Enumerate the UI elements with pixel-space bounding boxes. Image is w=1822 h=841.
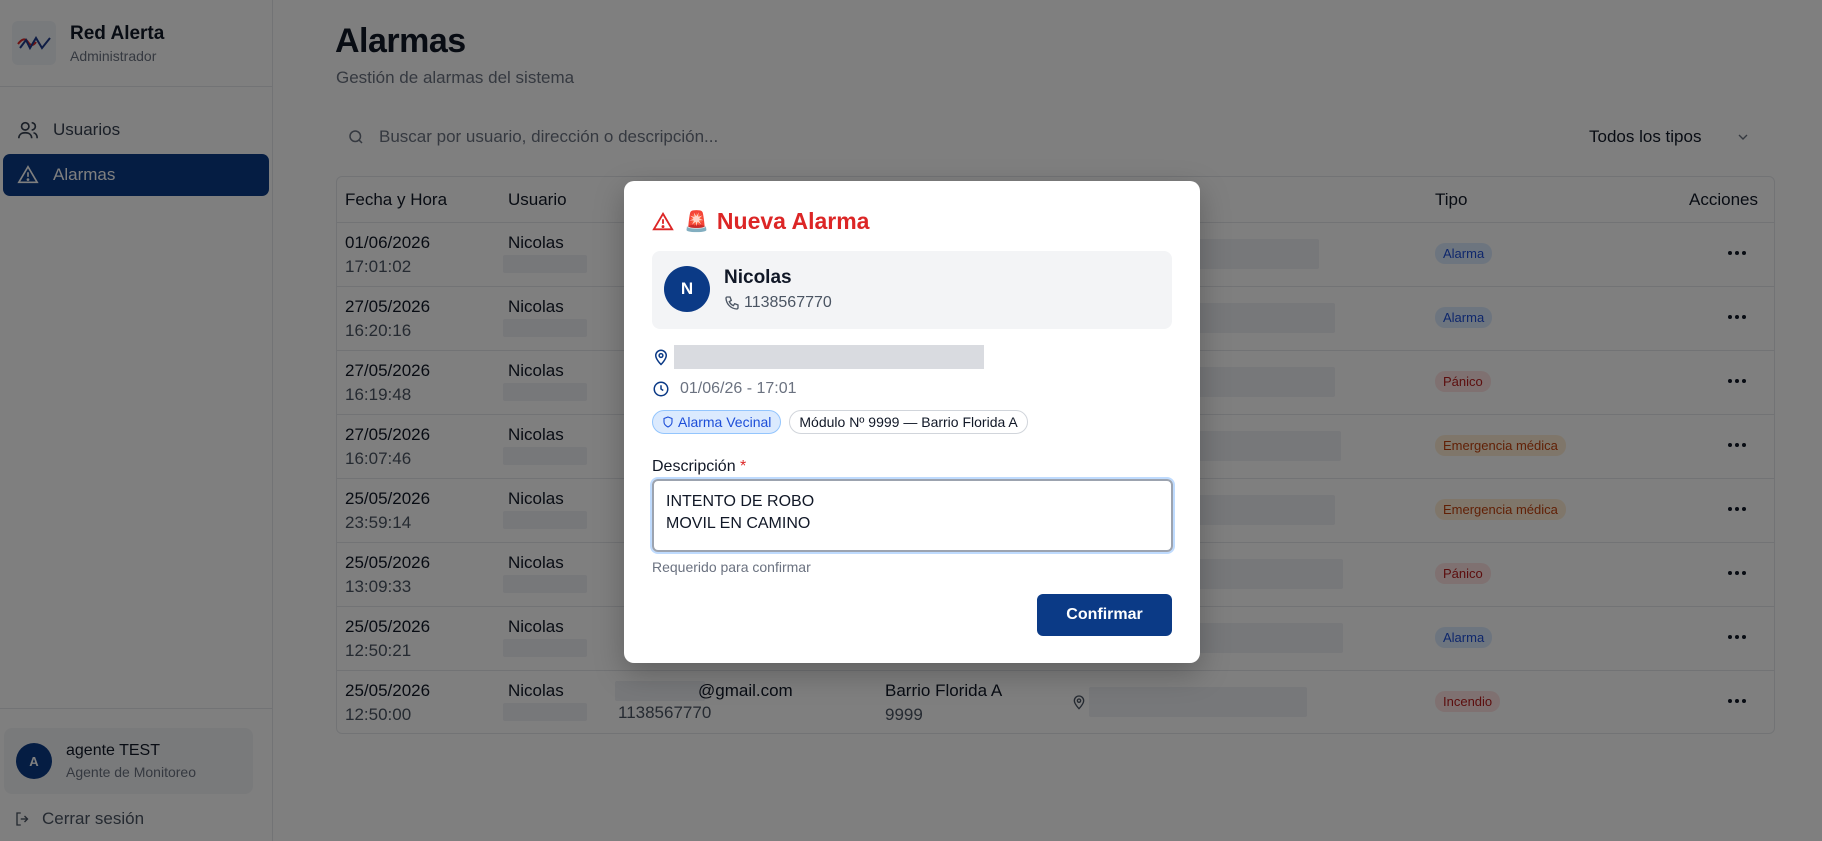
address-row [652,345,984,369]
clock-icon [653,381,669,397]
dialog-title-text: Nueva Alarma [716,208,870,234]
alarm-tags: Alarma Vecinal Módulo Nº 9999 — Barrio F… [652,410,1028,434]
caller-phone: 1138567770 [724,294,832,312]
alarm-timestamp: 01/06/26 - 17:01 [680,380,797,397]
phone-icon [725,296,739,310]
avatar: N [664,266,710,312]
module-chip: Módulo Nº 9999 — Barrio Florida A [789,410,1028,434]
description-textarea[interactable]: INTENTO DE ROBO MOVIL EN CAMINO [652,479,1173,552]
dialog-title: 🚨 Nueva Alarma [652,208,869,235]
confirm-button[interactable]: Confirmar [1037,594,1172,636]
caller-phone-number: 1138567770 [744,294,832,311]
new-alarm-dialog: 🚨 Nueva Alarma N Nicolas 1138567770 01/0… [624,181,1200,663]
redacted-address [674,345,984,369]
alarm-type-chip: Alarma Vecinal [652,410,782,434]
shield-icon [663,416,673,428]
caller-card: N Nicolas 1138567770 [652,251,1172,329]
description-hint: Requerido para confirmar [652,559,811,575]
alert-triangle-icon [652,211,674,230]
required-mark: * [740,458,747,475]
siren-icon: 🚨 [684,211,709,233]
description-label: Descripción * [652,458,747,475]
caller-name: Nicolas [724,267,792,288]
timestamp-row: 01/06/26 - 17:01 [652,380,797,398]
map-pin-icon [654,349,668,366]
